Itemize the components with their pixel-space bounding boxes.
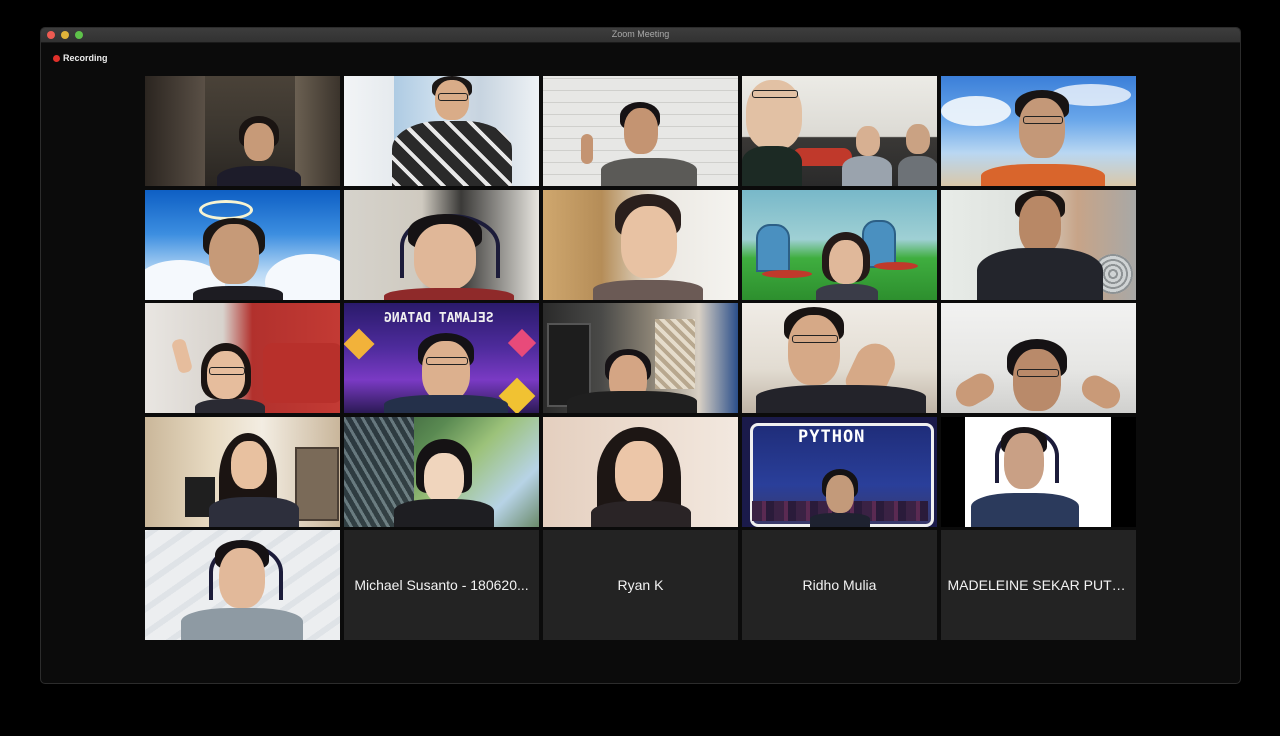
participant-name-tile[interactable]: Ryan K <box>543 530 738 640</box>
python-banner-text: PYTHON <box>798 426 866 447</box>
participant-name: Michael Susanto - 180620... <box>354 577 529 593</box>
participant-video-tile[interactable] <box>344 189 539 300</box>
participant-video-tile[interactable] <box>941 76 1136 186</box>
recording-indicator[interactable]: Recording <box>53 53 108 63</box>
participant-video-tile[interactable] <box>145 76 340 186</box>
welcome-banner-text: SELAMAT DATANG <box>384 311 494 326</box>
participant-video-tile[interactable] <box>145 416 340 527</box>
participant-video-tile[interactable] <box>742 189 937 300</box>
participant-video-tile[interactable] <box>742 76 937 186</box>
participant-video-tile[interactable] <box>543 416 738 527</box>
participant-video-tile[interactable] <box>145 530 340 640</box>
gallery-view: SELAMAT DATANG PYTHON Michael Susanto - … <box>145 76 1136 640</box>
recording-dot-icon <box>53 54 60 62</box>
window-title: Zoom Meeting <box>611 29 670 39</box>
participant-name-tile[interactable]: Ridho Mulia <box>742 530 937 640</box>
participant-video-tile[interactable] <box>145 303 340 413</box>
participant-name: Ridho Mulia <box>802 577 877 593</box>
participant-name: Ryan K <box>617 577 664 593</box>
recording-label: Recording <box>63 53 108 63</box>
participant-video-tile[interactable] <box>344 416 539 527</box>
participant-video-tile[interactable] <box>145 189 340 300</box>
participant-video-tile[interactable] <box>941 416 1136 527</box>
participant-video-tile[interactable] <box>543 189 738 300</box>
participant-video-tile[interactable] <box>543 76 738 186</box>
participant-video-tile[interactable] <box>344 76 539 186</box>
participant-video-tile[interactable] <box>543 303 738 413</box>
participant-video-tile[interactable]: PYTHON <box>742 416 937 527</box>
participant-name: MADELEINE SEKAR PUTRI... <box>947 577 1136 593</box>
participant-video-tile[interactable] <box>742 303 937 413</box>
participant-name-tile[interactable]: MADELEINE SEKAR PUTRI... <box>941 530 1136 640</box>
title-bar: Zoom Meeting <box>41 28 1240 43</box>
participant-video-tile[interactable] <box>941 303 1136 413</box>
zoom-window: Zoom Meeting Recording SELAMAT DATANG PY… <box>40 27 1241 684</box>
participant-name-tile[interactable]: Michael Susanto - 180620... <box>344 530 539 640</box>
participant-video-tile[interactable]: SELAMAT DATANG <box>344 303 539 413</box>
participant-video-tile[interactable] <box>941 189 1136 300</box>
